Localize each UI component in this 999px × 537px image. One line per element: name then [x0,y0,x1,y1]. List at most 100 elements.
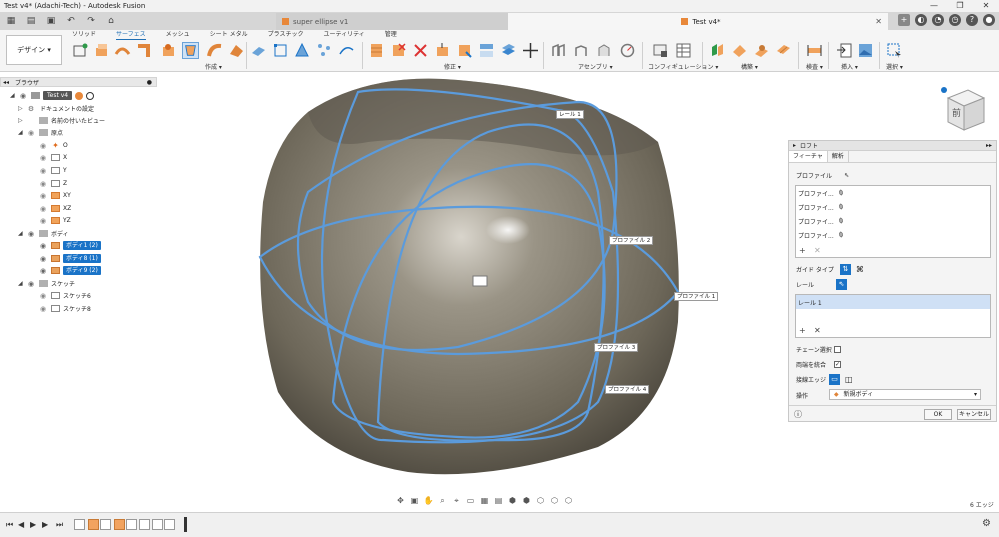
go-to-start-icon[interactable]: ⏮ [6,520,13,530]
selection-filter-3-icon[interactable]: ⬡ [535,496,546,506]
insert-canvas-icon[interactable] [857,42,874,59]
bounding-box-icon[interactable] [272,42,289,59]
profile-list-item[interactable]: プロファイ... ⟬⟭ [796,214,990,228]
timeline-feature[interactable] [152,519,163,530]
origin-point-o[interactable]: ◉ ✦ O [38,140,68,151]
merge-ends-checkbox[interactable] [834,360,841,368]
ruled-icon[interactable] [206,42,223,59]
plane-at-angle-icon[interactable] [731,42,748,59]
expand-icon[interactable]: ▷ [18,117,26,124]
joint-icon[interactable] [573,42,590,59]
maximize-button[interactable]: ❐ [947,0,973,12]
loft-manipulator[interactable] [472,275,488,287]
timeline-settings-gear-icon[interactable]: ⚙ [982,518,991,529]
extrude-icon[interactable] [93,42,110,59]
add-profile-icon[interactable]: + [799,246,806,255]
callout-profile-3[interactable]: プロファイル 3 [594,343,639,352]
look-at-icon[interactable]: ▣ [409,496,420,506]
sketch-8[interactable]: ◉ スケッチ8 [38,303,91,314]
chain-select-checkbox[interactable] [834,345,841,353]
body-8[interactable]: ◉ ボディ8 (1) [38,253,101,264]
new-tab-icon[interactable]: + [898,14,910,26]
connection-icon[interactable]: ⟬⟭ [839,189,843,197]
tab-feature[interactable]: フィーチャ [789,151,828,162]
visibility-icon[interactable]: ◉ [38,217,48,224]
group-configuration[interactable]: コンフィギュレーション ▾ [648,62,718,71]
radio-active-icon[interactable] [86,91,95,100]
selection-filter-5-icon[interactable]: ⬡ [563,496,574,506]
visibility-icon[interactable]: ◉ [18,92,28,99]
visibility-icon[interactable]: ◉ [38,192,48,199]
origin-plane-xz[interactable]: ◉ XZ [38,203,71,214]
tab-solid[interactable]: ソリッド [72,30,96,40]
patch-icon[interactable] [160,42,177,59]
insert-derive-icon[interactable] [836,42,853,59]
pan-icon[interactable]: ✋ [423,496,434,506]
group-inspect[interactable]: 検査 ▾ [806,62,823,71]
visibility-icon[interactable]: ◉ [38,205,48,212]
measure-icon[interactable] [806,42,823,59]
rail-select-icon[interactable]: ⇖ [836,278,848,290]
timeline-feature[interactable] [126,519,137,530]
expand-icon[interactable]: ◢ [18,129,26,136]
group-modify[interactable]: 修正 ▾ [444,62,461,71]
group-insert[interactable]: 挿入 ▾ [841,62,858,71]
offset-icon[interactable] [228,42,245,59]
browser-root[interactable]: ◢ ◉ Test v4 [10,90,95,101]
origin-plane-yz[interactable]: ◉ YZ [38,215,71,226]
tangent-edges-keep-icon[interactable]: ◫ [845,375,853,384]
visibility-icon[interactable]: ◉ [26,129,36,136]
home-icon[interactable]: ⌂ [104,14,118,28]
offset-plane-icon[interactable] [709,42,726,59]
configure-icon[interactable] [652,42,669,59]
profile-list[interactable]: プロファイ... ⟬⟭ プロファイ... ⟬⟭ プロファイ... ⟬⟭ プロファイ..… [795,185,991,258]
selection-filter-4-icon[interactable]: ⬡ [549,496,560,506]
callout-profile-2[interactable]: プロファイル 2 [609,236,654,245]
new-component-icon[interactable] [550,42,567,59]
redo-icon[interactable]: ↷ [84,14,98,28]
job-status-icon[interactable]: ◷ [949,14,961,26]
split-surface-icon[interactable] [294,42,311,59]
visibility-icon[interactable]: ◉ [38,292,48,299]
callout-rail-1[interactable]: レール 1 [556,110,584,119]
collapse-browser-icon[interactable]: ◂◂ [1,79,11,86]
origin-axis-z[interactable]: ◉ Z [38,178,67,189]
browser-item-sketches[interactable]: ◢ ◉ スケッチ [18,278,75,289]
visibility-icon[interactable]: ◉ [26,280,36,287]
zoom-icon[interactable]: ⌕ [437,496,448,506]
point-pattern-icon[interactable] [316,42,333,59]
tab-utilities[interactable]: ユーティリティ [323,30,364,40]
visibility-icon[interactable]: ◉ [38,180,48,187]
callout-profile-4[interactable]: プロファイル 4 [605,385,650,394]
timeline-feature[interactable] [114,519,125,530]
visibility-icon[interactable]: ◉ [38,267,48,274]
connection-icon[interactable]: ⟬⟭ [839,203,843,211]
window-select-icon[interactable] [886,42,903,59]
profile-list-item[interactable]: プロファイ... ⟬⟭ [796,186,990,200]
visibility-icon[interactable]: ◉ [38,255,48,262]
visibility-icon[interactable]: ◉ [38,142,48,149]
configuration-table-icon[interactable] [675,42,692,59]
viewcube[interactable]: 前 [938,80,988,135]
expand-dialog-icon[interactable]: ▸▸ [986,142,992,149]
motion-link-icon[interactable] [619,42,636,59]
press-pull-icon[interactable] [368,42,385,59]
tangent-edges-merge-icon[interactable]: ▭ [829,373,840,385]
fit-icon[interactable]: ⌖ [451,496,462,506]
as-built-joint-icon[interactable] [596,42,613,59]
display-settings-icon[interactable]: ▭ [465,496,476,506]
orbit-icon[interactable]: ✥ [395,496,406,506]
selection-filter-2-icon[interactable]: ⬢ [521,496,532,506]
timeline-feature[interactable] [88,519,99,530]
connection-icon[interactable]: ⟬⟭ [839,217,843,225]
file-menu-icon[interactable]: ▤ [24,14,38,28]
group-assemble[interactable]: アセンブリ ▾ [578,62,613,71]
cancel-button[interactable]: キャンセル [957,409,991,420]
group-create[interactable]: 作成 ▾ [205,62,222,71]
timeline-marker[interactable] [184,517,187,532]
ok-button[interactable]: OK [924,409,952,420]
visibility-icon[interactable]: ◉ [38,242,48,249]
3d-viewport[interactable]: レール 1 プロファイル 2 プロファイル 1 プロファイル 3 プロファイル … [158,72,788,512]
user-avatar[interactable]: ● [983,14,995,26]
timeline-feature[interactable] [74,519,85,530]
